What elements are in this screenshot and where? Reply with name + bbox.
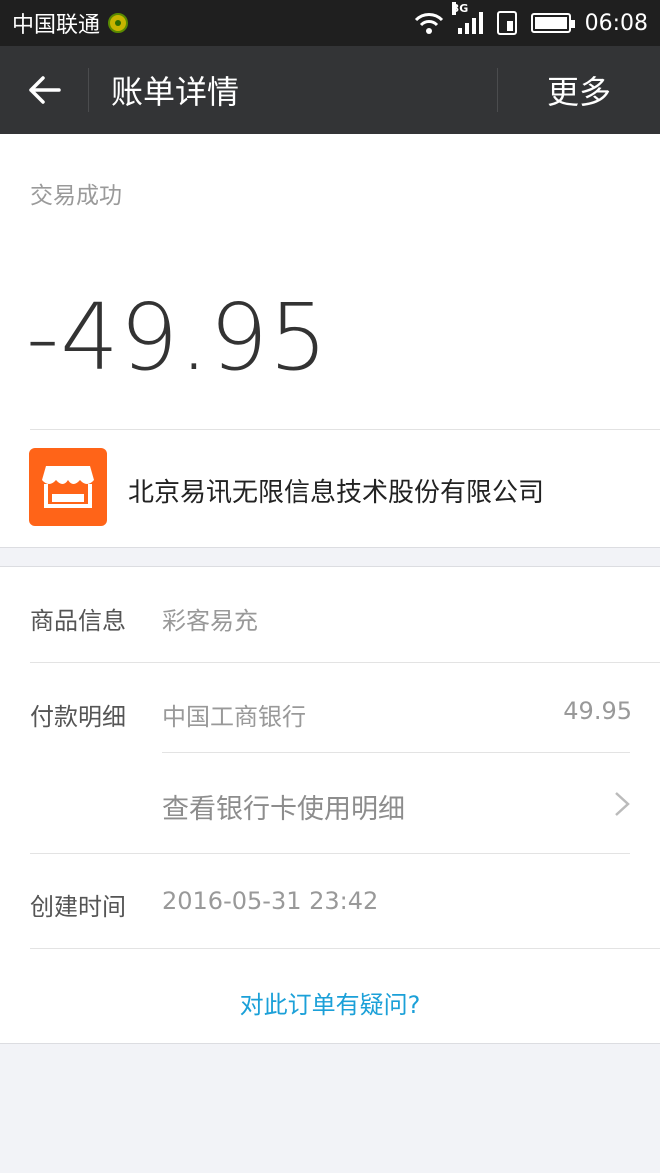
chevron-right-icon: [615, 792, 630, 816]
arrow-left-icon: [29, 76, 61, 104]
merchant-name: 北京易讯无限信息技术股份有限公司: [128, 478, 545, 508]
divider: [30, 948, 660, 949]
carrier-logo-icon: [108, 13, 129, 33]
carrier-name: 中国联通: [12, 13, 101, 38]
shop-icon: [29, 448, 107, 526]
divider: [162, 752, 630, 753]
payment-amount: 49.95: [563, 697, 632, 725]
divider: [30, 429, 660, 430]
status-bar: 中国联通 3G 06:08: [0, 0, 660, 46]
order-question-link[interactable]: 对此订单有疑问?: [0, 985, 660, 1020]
bank-card-detail-link[interactable]: 查看银行卡使用明细: [162, 787, 405, 826]
wifi-icon: [414, 13, 443, 34]
more-button[interactable]: 更多: [498, 46, 660, 134]
divider: [30, 662, 660, 663]
created-time-value: 2016-05-31 23:42: [162, 887, 379, 915]
payment-label: 付款明细: [30, 703, 126, 731]
signal-icon: 3G: [451, 2, 483, 34]
transaction-status: 交易成功: [30, 183, 122, 209]
sim-icon: [496, 11, 517, 35]
transaction-amount: -49.95: [26, 284, 329, 391]
back-button[interactable]: [0, 46, 88, 134]
divider: [30, 853, 630, 854]
app-bar: 账单详情 更多: [0, 46, 660, 134]
product-value: 彩客易充: [162, 607, 258, 635]
battery-icon: [530, 13, 575, 33]
created-time-label: 创建时间: [30, 893, 126, 921]
network-type: 3G: [451, 2, 469, 15]
clock: 06:08: [584, 10, 648, 36]
transaction-summary: 交易成功 -49.95 北京易讯无限信息技术股份有限公司: [0, 134, 660, 548]
page-title: 账单详情: [111, 73, 240, 111]
payment-bank: 中国工商银行: [162, 703, 306, 731]
transaction-details: 商品信息 彩客易充 付款明细 中国工商银行 49.95 查看银行卡使用明细 创建…: [0, 566, 660, 1044]
status-left: 中国联通: [12, 7, 129, 39]
product-label: 商品信息: [30, 607, 126, 635]
status-right: 3G 06:08: [414, 2, 648, 36]
